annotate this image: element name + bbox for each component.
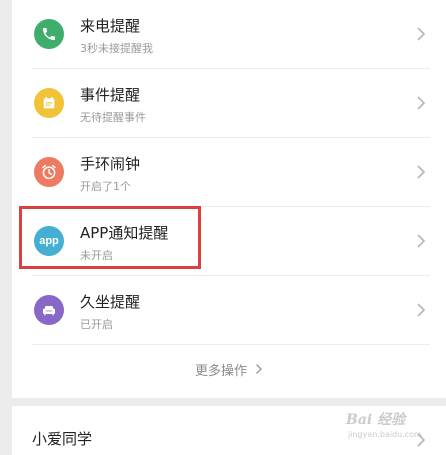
chevron-right-icon — [256, 364, 262, 374]
incoming-call-reminder-row[interactable]: 来电提醒 3秒未接提醒我 — [12, 0, 446, 69]
sofa-icon — [34, 295, 64, 325]
watermark-url: jingyan.baidu.com — [348, 430, 422, 439]
row-subtitle: 开启了1个 — [80, 180, 131, 193]
row-subtitle: 已开启 — [80, 318, 113, 331]
watermark-text: Bai 经验 — [346, 412, 406, 428]
row-title: 来电提醒 — [80, 17, 141, 35]
phone-icon — [34, 19, 64, 49]
chevron-right-icon — [417, 303, 426, 317]
chevron-right-icon — [417, 96, 426, 110]
divider — [32, 344, 430, 345]
row-title: 事件提醒 — [80, 86, 141, 104]
chevron-right-icon — [417, 165, 426, 179]
xiaoai-title: 小爱同学 — [32, 430, 93, 448]
row-subtitle: 3秒未接提醒我 — [80, 42, 153, 55]
more-actions-link[interactable]: 更多操作 — [12, 357, 446, 381]
chevron-right-icon — [417, 27, 426, 41]
band-alarm-row[interactable]: 手环闹钟 开启了1个 — [12, 138, 446, 207]
calendar-icon — [34, 88, 64, 118]
event-reminder-row[interactable]: 事件提醒 无待提醒事件 — [12, 69, 446, 138]
more-actions-label: 更多操作 — [194, 363, 247, 379]
baidu-jingyan-watermark: Bai 经验 jingyan.baidu.com — [336, 398, 432, 446]
highlight-box — [19, 206, 201, 269]
row-title: 久坐提醒 — [80, 293, 141, 311]
reminder-settings-card: 来电提醒 3秒未接提醒我 事件提醒 无待提醒事件 手环闹钟 开启了1个 app … — [12, 0, 446, 398]
row-title: 手环闹钟 — [80, 155, 141, 173]
row-subtitle: 无待提醒事件 — [80, 111, 146, 124]
chevron-right-icon — [417, 234, 426, 248]
sedentary-reminder-row[interactable]: 久坐提醒 已开启 — [12, 276, 446, 345]
alarm-clock-icon — [34, 157, 64, 187]
